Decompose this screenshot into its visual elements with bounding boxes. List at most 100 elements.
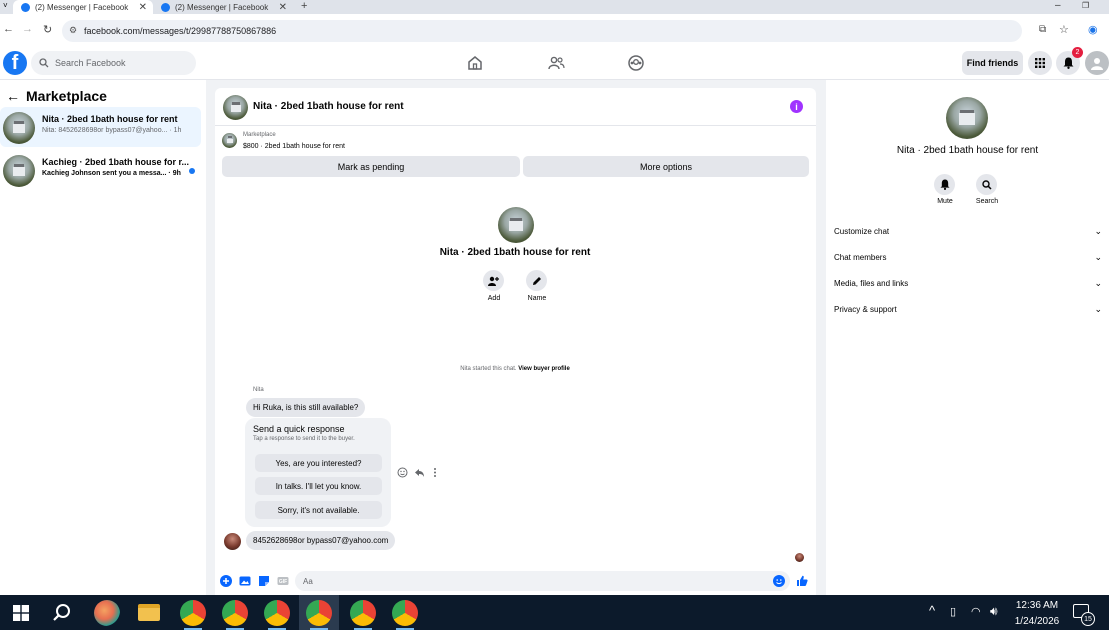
notification-count: 15 — [1084, 615, 1092, 623]
taskbar-search-icon[interactable] — [52, 603, 72, 623]
url-text: facebook.com/messages/t/2998778875086788… — [84, 26, 277, 36]
show-hidden-icons-chevron-icon[interactable]: ^ — [929, 603, 935, 618]
grid-menu-icon — [1035, 58, 1045, 68]
facebook-logo[interactable]: f — [3, 51, 27, 75]
mark-as-pending-button[interactable]: Mark as pending — [222, 156, 520, 177]
listing-price[interactable]: $800 · 2bed 1bath house for rent — [243, 143, 345, 150]
new-tab-icon[interactable]: + — [301, 0, 307, 12]
add-label: Add — [487, 295, 501, 302]
privacy-support-section[interactable]: Privacy & support ⌄ — [834, 301, 1102, 317]
more-actions-icon[interactable] — [432, 467, 438, 478]
bell-icon — [939, 179, 950, 190]
mark-as-pending-label: Mark as pending — [337, 161, 405, 172]
chrome-app-icon[interactable] — [180, 600, 206, 626]
plus-circle-icon[interactable] — [220, 575, 232, 587]
menu-grid-button[interactable] — [1028, 51, 1052, 75]
unread-dot — [189, 168, 195, 174]
quick-response-button[interactable]: Sorry, it's not available. — [255, 501, 382, 519]
groups-icon[interactable] — [627, 54, 645, 72]
find-friends-button[interactable]: Find friends — [962, 51, 1023, 75]
account-avatar[interactable] — [1085, 51, 1109, 75]
view-buyer-profile-link[interactable]: View buyer profile — [518, 366, 570, 372]
reload-icon[interactable]: ↻ — [43, 23, 52, 36]
reply-icon[interactable] — [414, 467, 425, 478]
battery-icon[interactable]: ▯ — [950, 605, 956, 618]
site-settings-icon[interactable]: ⚙ — [69, 25, 77, 36]
restore-icon[interactable]: ❐ — [1082, 1, 1089, 10]
message-bubble[interactable]: 8452628698or bypass07@yahoo.com — [246, 531, 396, 550]
sticker-icon[interactable] — [258, 575, 270, 587]
back-arrow-icon[interactable]: ← — [6, 88, 20, 104]
listing-thumbnail[interactable] — [222, 133, 237, 148]
windows-start-icon[interactable] — [13, 605, 29, 621]
home-icon[interactable] — [466, 54, 484, 72]
search-icon — [981, 179, 992, 190]
clock-time: 12:36 AM — [1015, 600, 1059, 611]
bookmark-star-icon[interactable]: ☆ — [1059, 23, 1069, 36]
quick-response-title: Send a quick response — [253, 424, 345, 434]
more-options-button[interactable]: More options — [523, 156, 809, 177]
search-label: Search — [975, 198, 999, 205]
chat-title[interactable]: Nita · 2bed 1bath house for rent — [253, 101, 404, 112]
gif-icon[interactable]: GIF — [277, 575, 289, 587]
media-files-links-section[interactable]: Media, files and links ⌄ — [834, 275, 1102, 291]
chat-started-text: Nita started this chat. — [460, 366, 517, 372]
chrome-app-icon[interactable] — [392, 600, 418, 626]
chrome-app-icon[interactable] — [350, 600, 376, 626]
tab-list-chevron-icon[interactable]: ˅ — [3, 1, 8, 10]
pencil-icon — [532, 276, 541, 285]
photo-icon[interactable] — [239, 575, 251, 587]
file-explorer-icon[interactable] — [138, 604, 160, 621]
volume-icon[interactable]: 🔊︎ — [990, 604, 998, 619]
clock[interactable]: 12:36 AM 1/24/2026 — [1012, 598, 1062, 630]
emoji-icon[interactable] — [773, 575, 785, 587]
sender-avatar[interactable] — [224, 533, 241, 550]
customize-chat-section[interactable]: Customize chat ⌄ — [834, 223, 1102, 239]
friends-icon[interactable] — [547, 54, 565, 72]
profile-icon[interactable]: ◉ — [1088, 23, 1098, 36]
svg-text:GIF: GIF — [279, 579, 287, 585]
quick-response-label: In talks. I'll let you know. — [275, 481, 362, 491]
thumbs-up-icon[interactable] — [796, 575, 808, 587]
user-silhouette-icon — [1091, 58, 1103, 70]
message-bubble[interactable]: Hi Ruka, is this still available? — [246, 398, 366, 417]
add-person-button[interactable] — [483, 270, 504, 291]
install-app-icon[interactable]: ⧉ — [1039, 24, 1046, 35]
emoji-react-icon[interactable] — [397, 467, 408, 478]
paint-app-icon[interactable] — [94, 600, 120, 626]
chrome-app-icon[interactable] — [306, 600, 332, 626]
chevron-down-icon: ⌄ — [1094, 277, 1102, 288]
forward-arrow-icon[interactable]: → — [22, 23, 33, 35]
chrome-app-icon[interactable] — [222, 600, 248, 626]
info-panel-name: Nita · 2bed 1bath house for rent — [896, 145, 1039, 156]
info-icon[interactable]: i — [790, 100, 803, 113]
message-text: 8452628698or bypass07@yahoo.com — [253, 536, 389, 545]
browser-tab-2[interactable]: (2) Messenger | Facebook ✕ — [153, 0, 293, 14]
facebook-favicon-icon — [161, 2, 170, 12]
close-tab-icon[interactable]: ✕ — [279, 2, 287, 13]
quick-response-button[interactable]: In talks. I'll let you know. — [255, 477, 382, 495]
search-input[interactable]: Search Facebook — [31, 51, 196, 75]
chat-header-avatar[interactable] — [223, 95, 248, 120]
quick-response-button[interactable]: Yes, are you interested? — [255, 454, 382, 472]
chat-members-section[interactable]: Chat members ⌄ — [834, 249, 1102, 265]
chrome-app-icon[interactable] — [264, 600, 290, 626]
minimize-icon[interactable]: – — [1055, 0, 1061, 11]
conversation-item-kachieg[interactable]: Kachieg · 2bed 1bath house for r... Kach… — [0, 150, 201, 190]
url-input[interactable]: ⚙ facebook.com/messages/t/29987788750867… — [62, 20, 1022, 42]
address-bar-row: ← → ↻ ⚙ facebook.com/messages/t/29987788… — [0, 14, 1109, 46]
mute-button[interactable] — [934, 174, 955, 195]
close-tab-icon[interactable]: ✕ — [139, 2, 147, 13]
name-button[interactable] — [526, 270, 547, 291]
wifi-icon[interactable]: ◠ — [971, 605, 981, 618]
browser-tab-1[interactable]: (2) Messenger | Facebook ✕ — [13, 0, 153, 14]
back-arrow-icon[interactable]: ← — [3, 23, 14, 35]
chevron-down-icon: ⌄ — [1094, 251, 1102, 262]
facebook-header: f Search Facebook Find friends — [0, 46, 1109, 80]
windows-taskbar — [0, 595, 1109, 630]
notification-badge: 2 — [1072, 47, 1083, 58]
search-icon — [39, 58, 49, 68]
message-input[interactable]: Aa — [295, 571, 790, 591]
search-in-chat-button[interactable] — [976, 174, 997, 195]
conversation-item-nita[interactable]: Nita · 2bed 1bath house for rent Nita: 8… — [0, 107, 201, 147]
